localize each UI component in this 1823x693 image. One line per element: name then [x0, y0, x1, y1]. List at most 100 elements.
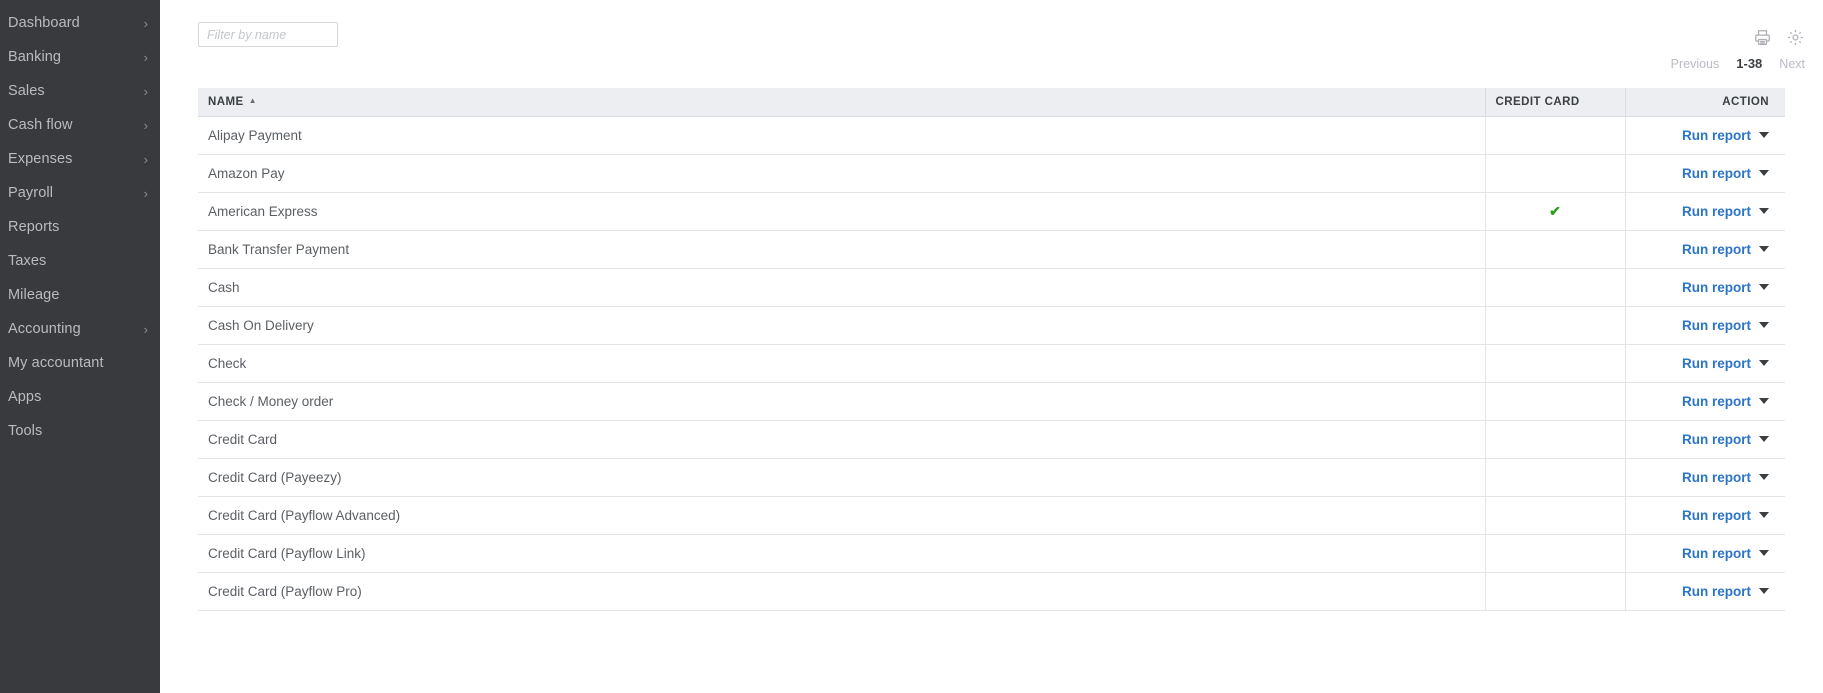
- cell-name[interactable]: Amazon Pay: [198, 154, 1485, 193]
- sidebar-item-sales[interactable]: Sales ›: [0, 74, 160, 108]
- cell-name[interactable]: Check: [198, 344, 1485, 383]
- sidebar-item-accounting[interactable]: Accounting ›: [0, 312, 160, 346]
- run-report-link[interactable]: Run report: [1682, 470, 1751, 485]
- column-header-credit-card[interactable]: CREDIT CARD: [1484, 88, 1625, 117]
- cell-credit-card: [1484, 458, 1625, 497]
- run-report-link[interactable]: Run report: [1682, 242, 1751, 257]
- sidebar-item-mileage[interactable]: Mileage›: [0, 278, 160, 312]
- sort-ascending-icon[interactable]: ▲: [249, 96, 257, 105]
- pagination-next[interactable]: Next: [1779, 57, 1805, 71]
- table-row[interactable]: American Express ✔ Run report: [198, 192, 1785, 231]
- column-header-name[interactable]: NAME ▲: [198, 88, 1485, 117]
- table-row[interactable]: Bank Transfer Payment Run report: [198, 230, 1785, 269]
- run-report-link[interactable]: Run report: [1682, 280, 1751, 295]
- sidebar-item-label: Cash flow: [8, 117, 73, 133]
- sidebar-item-label: Tools: [8, 423, 43, 439]
- table-row[interactable]: Cash On Delivery Run report: [198, 306, 1785, 345]
- cell-name[interactable]: American Express: [198, 192, 1485, 231]
- cell-name[interactable]: Alipay Payment: [198, 116, 1485, 155]
- run-report-link[interactable]: Run report: [1682, 584, 1751, 599]
- cell-name[interactable]: Credit Card: [198, 420, 1485, 459]
- chevron-right-icon[interactable]: ›: [144, 85, 148, 98]
- cell-name[interactable]: Cash: [198, 268, 1485, 307]
- pagination-previous[interactable]: Previous: [1671, 57, 1720, 71]
- sidebar-item-reports[interactable]: Reports›: [0, 210, 160, 244]
- sidebar-item-payroll[interactable]: Payroll ›: [0, 176, 160, 210]
- run-report-link[interactable]: Run report: [1682, 432, 1751, 447]
- cell-credit-card: [1484, 496, 1625, 535]
- cell-name[interactable]: Credit Card (Payflow Advanced): [198, 496, 1485, 535]
- chevron-right-icon[interactable]: ›: [144, 51, 148, 64]
- printer-icon[interactable]: [1753, 28, 1772, 47]
- chevron-down-icon[interactable]: [1759, 435, 1769, 442]
- cell-action: Run report: [1624, 420, 1785, 459]
- run-report-link[interactable]: Run report: [1682, 546, 1751, 561]
- chevron-down-icon[interactable]: [1759, 131, 1769, 138]
- chevron-down-icon[interactable]: [1759, 283, 1769, 290]
- cell-name[interactable]: Cash On Delivery: [198, 306, 1485, 345]
- cell-credit-card: [1484, 116, 1625, 155]
- chevron-down-icon[interactable]: [1759, 245, 1769, 252]
- sidebar-item-dashboard[interactable]: Dashboard ›: [0, 6, 160, 40]
- table-row[interactable]: Credit Card (Payflow Pro) Run report: [198, 572, 1785, 611]
- chevron-down-icon[interactable]: [1759, 549, 1769, 556]
- icon-row: [1753, 28, 1805, 47]
- table-row[interactable]: Credit Card Run report: [198, 420, 1785, 459]
- sidebar-item-my-accountant[interactable]: My accountant›: [0, 346, 160, 380]
- chevron-down-icon[interactable]: [1759, 397, 1769, 404]
- cell-credit-card: [1484, 306, 1625, 345]
- sidebar-item-label: Banking: [8, 49, 62, 65]
- column-header-action-label: ACTION: [1722, 95, 1769, 108]
- run-report-link[interactable]: Run report: [1682, 356, 1751, 371]
- cell-credit-card: [1484, 534, 1625, 573]
- chevron-right-icon[interactable]: ›: [144, 17, 148, 30]
- table-row[interactable]: Amazon Pay Run report: [198, 154, 1785, 193]
- table-row[interactable]: Check Run report: [198, 344, 1785, 383]
- column-header-credit-card-label: CREDIT CARD: [1495, 95, 1580, 108]
- table-row[interactable]: Credit Card (Payflow Link) Run report: [198, 534, 1785, 573]
- cell-name[interactable]: Check / Money order: [198, 382, 1485, 421]
- gear-icon[interactable]: [1786, 28, 1805, 47]
- table-row[interactable]: Alipay Payment Run report: [198, 116, 1785, 155]
- sidebar-item-tools[interactable]: Tools›: [0, 414, 160, 448]
- cell-name[interactable]: Bank Transfer Payment: [198, 230, 1485, 269]
- cell-name[interactable]: Credit Card (Payflow Link): [198, 534, 1485, 573]
- sidebar-item-label: Accounting: [8, 321, 81, 337]
- table-row[interactable]: Credit Card (Payeezy) Run report: [198, 458, 1785, 497]
- chevron-down-icon[interactable]: [1759, 169, 1769, 176]
- chevron-right-icon[interactable]: ›: [144, 187, 148, 200]
- cell-name[interactable]: Credit Card (Payeezy): [198, 458, 1485, 497]
- table-row[interactable]: Check / Money order Run report: [198, 382, 1785, 421]
- sidebar-item-banking[interactable]: Banking ›: [0, 40, 160, 74]
- chevron-down-icon[interactable]: [1759, 359, 1769, 366]
- run-report-link[interactable]: Run report: [1682, 394, 1751, 409]
- run-report-link[interactable]: Run report: [1682, 508, 1751, 523]
- sidebar-item-cash-flow[interactable]: Cash flow ›: [0, 108, 160, 142]
- cell-action: Run report: [1624, 344, 1785, 383]
- table-row[interactable]: Credit Card (Payflow Advanced) Run report: [198, 496, 1785, 535]
- table-row[interactable]: Cash Run report: [198, 268, 1785, 307]
- cell-name[interactable]: Credit Card (Payflow Pro): [198, 572, 1485, 611]
- toolbar-right-controls: Previous 1-38 Next: [1671, 28, 1805, 71]
- sidebar-item-label: Expenses: [8, 151, 73, 167]
- chevron-right-icon[interactable]: ›: [144, 323, 148, 336]
- filter-by-name-input[interactable]: [198, 22, 338, 47]
- sidebar-item-expenses[interactable]: Expenses ›: [0, 142, 160, 176]
- cell-action: Run report: [1624, 382, 1785, 421]
- chevron-down-icon[interactable]: [1759, 511, 1769, 518]
- run-report-link[interactable]: Run report: [1682, 318, 1751, 333]
- sidebar-item-taxes[interactable]: Taxes›: [0, 244, 160, 278]
- cell-action: Run report: [1624, 116, 1785, 155]
- sidebar-item-apps[interactable]: Apps›: [0, 380, 160, 414]
- cell-credit-card: ✔: [1484, 192, 1625, 231]
- chevron-down-icon[interactable]: [1759, 207, 1769, 214]
- chevron-down-icon[interactable]: [1759, 473, 1769, 480]
- chevron-right-icon[interactable]: ›: [144, 119, 148, 132]
- cell-action: Run report: [1624, 192, 1785, 231]
- run-report-link[interactable]: Run report: [1682, 166, 1751, 181]
- chevron-down-icon[interactable]: [1759, 587, 1769, 594]
- chevron-right-icon[interactable]: ›: [144, 153, 148, 166]
- chevron-down-icon[interactable]: [1759, 321, 1769, 328]
- run-report-link[interactable]: Run report: [1682, 204, 1751, 219]
- run-report-link[interactable]: Run report: [1682, 128, 1751, 143]
